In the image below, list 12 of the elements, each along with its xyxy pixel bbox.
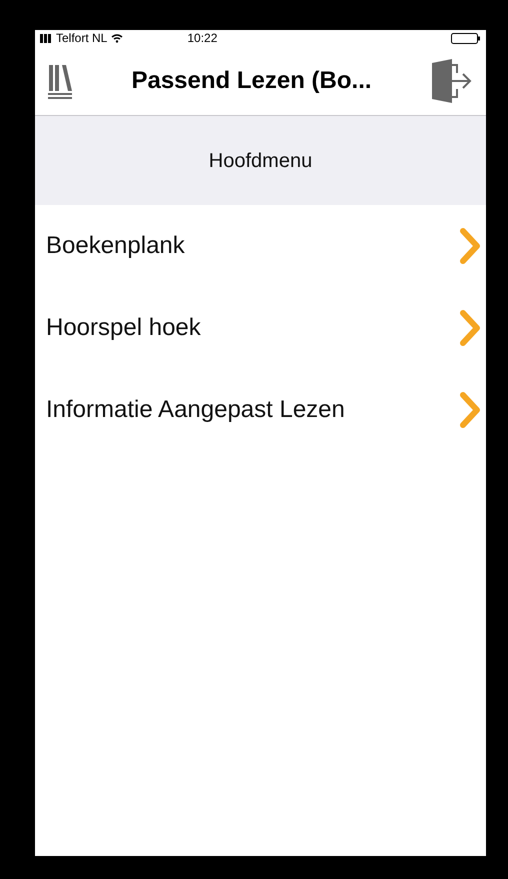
battery-icon [451, 32, 481, 44]
carrier-name: Telfort NL [56, 32, 108, 44]
exit-door-icon[interactable] [430, 58, 474, 102]
status-time: 10:22 [187, 32, 218, 44]
section-title: Hoofdmenu [208, 148, 312, 174]
wifi-icon [111, 34, 124, 42]
chevron-right-icon [459, 227, 481, 265]
nav-title: Passend Lezen (Bo... [130, 66, 373, 96]
chevron-right-icon [459, 309, 481, 347]
signal-icon [40, 34, 52, 42]
chevron-right-icon [459, 391, 481, 429]
bookshelf-icon[interactable] [47, 62, 73, 98]
